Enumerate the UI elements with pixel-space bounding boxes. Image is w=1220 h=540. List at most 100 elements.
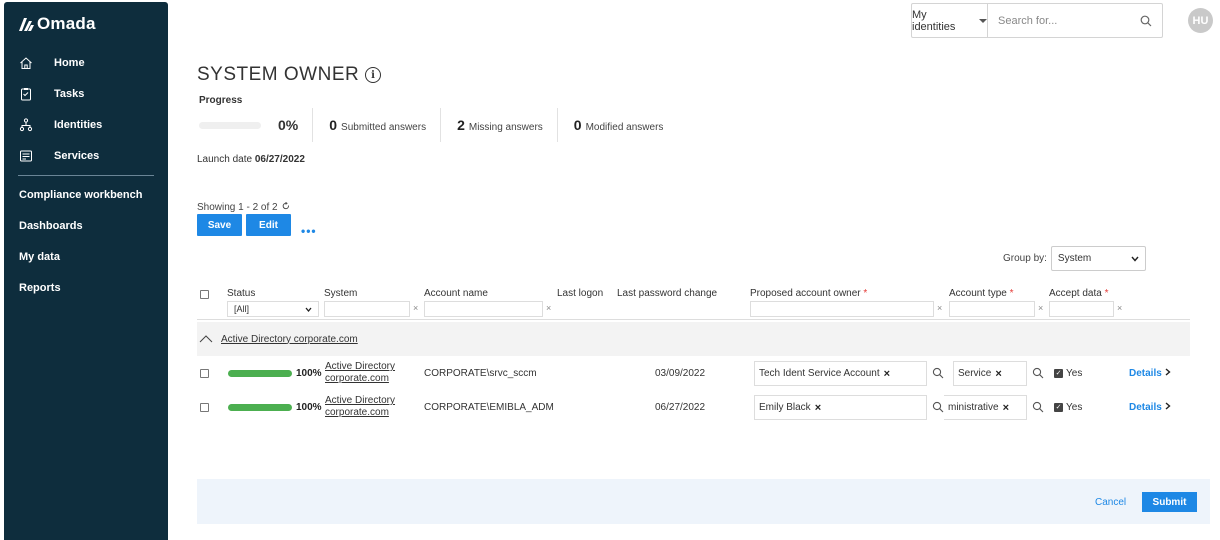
search-owner-icon[interactable] <box>932 401 944 413</box>
account-type-tag: ministrative <box>948 402 999 413</box>
search-box <box>988 4 1162 37</box>
system-link[interactable]: Active Directory corporate.com <box>325 361 395 385</box>
account-type-field[interactable]: Service × <box>953 361 1027 386</box>
row-progress-percent: 100% <box>296 368 322 379</box>
column-status[interactable]: Status <box>227 288 255 299</box>
remove-tag-icon[interactable]: × <box>995 368 1001 380</box>
remove-tag-icon[interactable]: × <box>884 368 890 380</box>
group-row[interactable]: Active Directory corporate.com <box>197 322 1190 356</box>
column-accept-data[interactable]: Accept data * <box>1049 288 1109 299</box>
status-filter-select[interactable]: [All] <box>227 301 319 317</box>
owner-field[interactable]: Emily Black × <box>754 395 927 420</box>
clear-filter-icon[interactable]: × <box>546 303 551 313</box>
stat-count: 0 <box>329 117 338 133</box>
sidebar-item-label: Services <box>54 150 100 162</box>
owner-filter-input[interactable] <box>750 301 934 317</box>
sidebar-item-home[interactable]: Home <box>18 54 85 72</box>
accept-data-filter-input[interactable] <box>1049 301 1114 317</box>
sidebar-item-my-data[interactable]: My data <box>19 251 60 263</box>
sidebar-item-dashboards[interactable]: Dashboards <box>19 220 83 232</box>
launch-date: Launch date 06/27/2022 <box>197 154 305 165</box>
action-footer <box>197 479 1210 524</box>
stat-submitted: 0 Submitted answers <box>313 117 440 133</box>
system-link-line2: corporate.com <box>325 373 389 384</box>
tasks-icon <box>18 86 34 102</box>
cancel-button[interactable]: Cancel <box>1095 497 1126 508</box>
details-link[interactable]: Details <box>1129 402 1171 413</box>
sidebar-item-identities[interactable]: Identities <box>18 116 102 134</box>
search-account-type-icon[interactable] <box>1032 401 1044 413</box>
clear-filter-icon[interactable]: × <box>937 303 942 313</box>
clear-filter-icon[interactable]: × <box>1117 303 1122 313</box>
search-scope-label: My identities <box>912 8 956 33</box>
system-link[interactable]: Active Directory corporate.com <box>325 395 395 419</box>
omada-logo[interactable]: Omada <box>18 14 96 34</box>
more-actions-button[interactable]: ••• <box>301 224 317 238</box>
details-label: Details <box>1129 368 1162 379</box>
sidebar-item-tasks[interactable]: Tasks <box>18 85 84 103</box>
stat-label: Missing answers <box>468 122 543 133</box>
owner-tag: Emily Black <box>759 402 811 413</box>
search-scope-dropdown[interactable]: My identities <box>912 4 988 37</box>
chevron-up-icon[interactable] <box>199 332 213 346</box>
sidebar-item-services[interactable]: Services <box>18 147 99 165</box>
sidebar-item-compliance-workbench[interactable]: Compliance workbench <box>19 189 142 201</box>
search-owner-icon[interactable] <box>932 367 944 379</box>
sidebar-item-label: Tasks <box>54 88 85 100</box>
select-all-checkbox[interactable] <box>200 290 209 299</box>
group-by-value: System <box>1057 253 1092 264</box>
row-checkbox[interactable] <box>200 369 209 378</box>
column-last-password-change[interactable]: Last password change <box>617 288 717 299</box>
app-root: Omada Home Tasks Identities Services Com… <box>0 0 1220 540</box>
search-account-type-icon[interactable] <box>1032 367 1044 379</box>
group-name-link[interactable]: Active Directory corporate.com <box>221 334 358 345</box>
clear-filter-icon[interactable]: × <box>413 303 418 313</box>
sidebar-item-reports[interactable]: Reports <box>19 282 61 294</box>
group-by-select[interactable]: System <box>1050 246 1146 271</box>
edit-button[interactable]: Edit <box>246 214 291 236</box>
account-type-filter-input[interactable] <box>949 301 1035 317</box>
remove-tag-icon[interactable]: × <box>1003 402 1009 414</box>
system-link-line1: Active Directory <box>325 361 396 372</box>
omada-logo-icon <box>19 17 34 31</box>
info-icon[interactable]: i <box>365 67 382 83</box>
last-password-change-cell: 06/27/2022 <box>655 402 706 413</box>
account-type-field[interactable]: ministrative × <box>944 395 1027 420</box>
column-account-name[interactable]: Account name <box>424 288 488 299</box>
user-avatar[interactable]: HU <box>1188 8 1213 33</box>
details-link[interactable]: Details <box>1129 368 1171 379</box>
system-filter-input[interactable] <box>324 301 410 317</box>
submit-button[interactable]: Submit <box>1142 492 1197 512</box>
clear-filter-icon[interactable]: × <box>1038 303 1043 313</box>
accept-data-checkbox[interactable]: ✓ Yes <box>1054 402 1082 413</box>
row-checkbox[interactable] <box>200 403 209 412</box>
search-input[interactable] <box>998 14 1140 27</box>
remove-tag-icon[interactable]: × <box>815 402 821 414</box>
checked-icon: ✓ <box>1054 369 1063 378</box>
sidebar-item-label: Home <box>54 57 85 69</box>
column-proposed-account-owner[interactable]: Proposed account owner * <box>750 288 867 299</box>
column-system[interactable]: System <box>324 288 357 299</box>
sidebar: Omada Home Tasks Identities Services Com… <box>4 2 168 540</box>
showing-text: Showing 1 - 2 of 2 <box>197 202 278 213</box>
column-last-logon[interactable]: Last logon <box>557 288 603 299</box>
search-icon[interactable] <box>1140 15 1152 27</box>
system-link-line1: Active Directory <box>325 395 396 406</box>
showing-count: Showing 1 - 2 of 2 <box>197 201 290 213</box>
column-account-type[interactable]: Account type * <box>949 288 1014 299</box>
accept-data-checkbox[interactable]: ✓ Yes <box>1054 368 1082 379</box>
account-name-cell: CORPORATE\EMIBLA_ADM <box>424 402 554 413</box>
required-mark: * <box>863 288 868 299</box>
save-button[interactable]: Save <box>197 214 242 236</box>
column-label: Account type <box>949 288 1007 299</box>
progress-label: Progress <box>199 95 243 106</box>
checked-icon: ✓ <box>1054 403 1063 412</box>
owner-field[interactable]: Tech Ident Service Account × <box>754 361 927 386</box>
required-mark: * <box>1104 288 1109 299</box>
account-name-cell: CORPORATE\srvc_sccm <box>424 368 537 379</box>
refresh-icon[interactable] <box>282 201 290 210</box>
account-name-filter-input[interactable] <box>424 301 543 317</box>
sidebar-item-label: Identities <box>54 119 103 131</box>
page-title: SYSTEM OWNER <box>197 64 360 85</box>
stat-label: Submitted answers <box>341 122 427 133</box>
